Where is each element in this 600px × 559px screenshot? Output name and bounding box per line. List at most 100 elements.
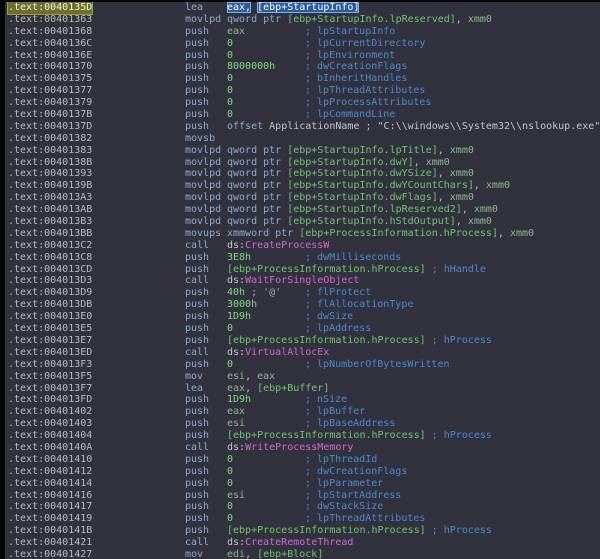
address: .text:00401368	[8, 26, 185, 38]
operands: 0	[227, 454, 305, 466]
operands: 0	[227, 38, 305, 50]
token-imp: WaitForSingleObject	[245, 275, 360, 287]
address-label: .text:00401375	[8, 73, 93, 85]
asm-line[interactable]: .text:0040137B push 0 ; lpCommandLine	[8, 109, 600, 121]
token-pl: ,	[245, 548, 258, 559]
operands: 0	[227, 359, 305, 371]
asm-line[interactable]: .text:004013FD push 1D9h ; nSize	[8, 394, 600, 406]
token-pl: ds:	[227, 537, 246, 549]
asm-line[interactable]: .text:00401404 push [ebp+ProcessInformatio…	[8, 430, 600, 442]
asm-line[interactable]: .text:004013AB movlpd qword ptr [ebp+Start…	[8, 204, 600, 216]
mnemonic: push	[185, 299, 210, 311]
asm-line[interactable]: .text:00401363 movlpd qword ptr [ebp+Start…	[8, 14, 600, 26]
address: .text:00401404	[8, 430, 185, 442]
token-reg: eax	[227, 406, 246, 418]
asm-line[interactable]: .text:00401419 push 0 ; lpThreadAttributes	[8, 513, 600, 525]
asm-line[interactable]: .text:00401427 mov edi, [ebp+Block]	[8, 549, 600, 559]
token-kw: offset	[227, 120, 270, 132]
asm-line[interactable]: .text:004013F7 lea eax, [ebp+Buffer]	[8, 383, 600, 395]
operands: 0	[227, 501, 305, 513]
asm-line[interactable]: .text:004013B3 movlpd qword ptr [ebp+Start…	[8, 216, 600, 228]
token-pl: ds:	[227, 275, 246, 287]
asm-line[interactable]: .text:0040139B movlpd qword ptr [ebp+Start…	[8, 180, 600, 192]
asm-line[interactable]: .text:00401370 push 8000000h ; dwCreationFl…	[8, 61, 600, 73]
operands: 0	[227, 323, 305, 335]
asm-line[interactable]: .text:0040138B movlpd qword ptr [ebp+Start…	[8, 157, 600, 169]
operands: 0	[227, 97, 305, 109]
asm-line[interactable]: .text:004013E5 push 0 ; lpAddress	[8, 323, 600, 335]
asm-line[interactable]: .text:00401412 push 0 ; dwCreationFlags	[8, 466, 600, 478]
asm-line[interactable]: .text:00401421 call ds:CreateRemoteThread	[8, 537, 600, 549]
operands: 0	[227, 85, 305, 97]
asm-line[interactable]: .text:00401375 push 0 ; bInheritHandles	[8, 73, 600, 85]
asm-line[interactable]: .text:00401379 push 0 ; lpProcessAttributes	[8, 97, 600, 109]
address-label: .text:0040137D	[8, 120, 93, 132]
asm-line[interactable]: .text:00401417 push 0 ; dwStackSize	[8, 501, 600, 513]
asm-line[interactable]: .text:0040141B push [ebp+ProcessInformatio…	[8, 525, 600, 537]
operands: edi, [ebp+Block]	[227, 549, 323, 559]
operands: 0	[227, 50, 305, 62]
address: .text:004013D9	[8, 287, 185, 299]
asm-line[interactable]: .text:004013D3 call ds:WaitForSingleObject	[8, 275, 600, 287]
operands: eax, [ebp+Buffer]	[227, 383, 329, 395]
asm-line[interactable]: .text:004013ED call ds:VirtualAllocEx	[8, 347, 600, 359]
asm-line[interactable]: .text:004013BB movups xmmword ptr [ebp+Pro…	[8, 228, 600, 240]
asm-line[interactable]: .text:00401403 push esi ; lpBaseAddress	[8, 418, 600, 430]
asm-line[interactable]: .text:004013F5 mov esi, eax	[8, 371, 600, 383]
asm-line[interactable]: .text:00401416 push esi ; lpStartAddress	[8, 490, 600, 502]
token-reg: xmm0	[509, 227, 535, 239]
asm-line[interactable]: .text:0040135D lea eax, [ebp+StartupInfo]	[8, 2, 600, 14]
asm-line[interactable]: .text:004013D9 push 40h ; '@'; flProtect	[8, 287, 600, 299]
address-label: .text:004013D9	[8, 287, 93, 299]
address: .text:00401412	[8, 466, 185, 478]
mnemonic: movlpd	[185, 204, 222, 216]
asm-line[interactable]: .text:004013E0 push 1D9h ; dwSize	[8, 311, 600, 323]
asm-line[interactable]: .text:004013CD push [ebp+ProcessInformatio…	[8, 264, 600, 276]
address: .text:004013ED	[8, 347, 185, 359]
asm-line[interactable]: .text:00401377 push 0 ; lpThreadAttributes	[8, 85, 600, 97]
address: .text:004013E5	[8, 323, 185, 335]
asm-line[interactable]: .text:0040140A call ds:WriteProcessMemory	[8, 442, 600, 454]
asm-line[interactable]: .text:0040137D push offset ApplicationName…	[8, 121, 600, 133]
address: .text:00401375	[8, 73, 185, 85]
asm-line[interactable]: .text:00401368 push eax ; lpStartupInfo	[8, 26, 600, 38]
token-reg: eax	[257, 370, 276, 382]
token-pl: ,	[497, 227, 510, 239]
comment: ; lpThreadId	[305, 453, 378, 465]
asm-line[interactable]: .text:004013C8 push 3E8h ; dwMilliseconds	[8, 252, 600, 264]
asm-line[interactable]: .text:00401402 push eax ; lpBuffer	[8, 406, 600, 418]
token-var: [ebp+StartupInfo.dwYSize]	[287, 168, 438, 180]
token-var: [ebp+Block]	[257, 548, 324, 559]
mnemonic: push	[185, 61, 210, 73]
asm-line[interactable]: .text:00401410 push 0 ; lpThreadId	[8, 454, 600, 466]
mnemonic: push	[185, 263, 210, 275]
asm-line[interactable]: .text:004013E7 push [ebp+ProcessInformatio…	[8, 335, 600, 347]
address-label: .text:0040138B	[8, 156, 93, 168]
asm-line[interactable]: .text:004013DB push 3000h ; flAllocationTyp…	[8, 299, 600, 311]
address: .text:0040137D	[8, 121, 185, 133]
asm-line[interactable]: .text:00401383 movlpd qword ptr [ebp+Start…	[8, 145, 600, 157]
asm-line[interactable]: .text:0040136E push 0 ; lpEnvironment	[8, 50, 600, 62]
asm-line[interactable]: .text:004013A3 movlpd qword ptr [ebp+Start…	[8, 192, 600, 204]
token-var: [ebp+StartupInfo.lpReserved]	[287, 13, 456, 25]
asm-line[interactable]: .text:00401393 movlpd qword ptr [ebp+Start…	[8, 168, 600, 180]
address-label: .text:00401377	[8, 85, 93, 97]
asm-line[interactable]: .text:004013C2 call ds:CreateProcessW	[8, 240, 600, 252]
asm-line[interactable]: .text:004013F3 push 0 ; lpNumberOfBytesWrit…	[8, 359, 600, 371]
address-label: .text:00401402	[8, 406, 93, 418]
token-reg: xmm0	[449, 168, 474, 180]
disassembly-listing[interactable]: .text:0040135D lea eax, [ebp+StartupInfo].…	[8, 2, 600, 559]
token-var: [ebp+Buffer]	[257, 382, 330, 394]
token-reg: xmm0	[485, 180, 510, 192]
asm-line[interactable]: .text:00401382 movsb	[8, 133, 600, 145]
mnemonic: movlpd	[185, 13, 222, 25]
token-pl: ,	[455, 216, 468, 228]
asm-line[interactable]: .text:00401414 push 0 ; lpParameter	[8, 478, 600, 490]
address-label: .text:004013DB	[8, 299, 93, 311]
asm-line[interactable]: .text:0040136C push 0 ; lpCurrentDirectory	[8, 38, 600, 50]
mnemonic: push	[185, 489, 210, 501]
address-label: .text:004013E5	[8, 323, 93, 335]
comment: ; flProtect	[305, 287, 372, 299]
comment: ; lpCommandLine	[305, 109, 396, 121]
operands: eax	[227, 406, 305, 418]
